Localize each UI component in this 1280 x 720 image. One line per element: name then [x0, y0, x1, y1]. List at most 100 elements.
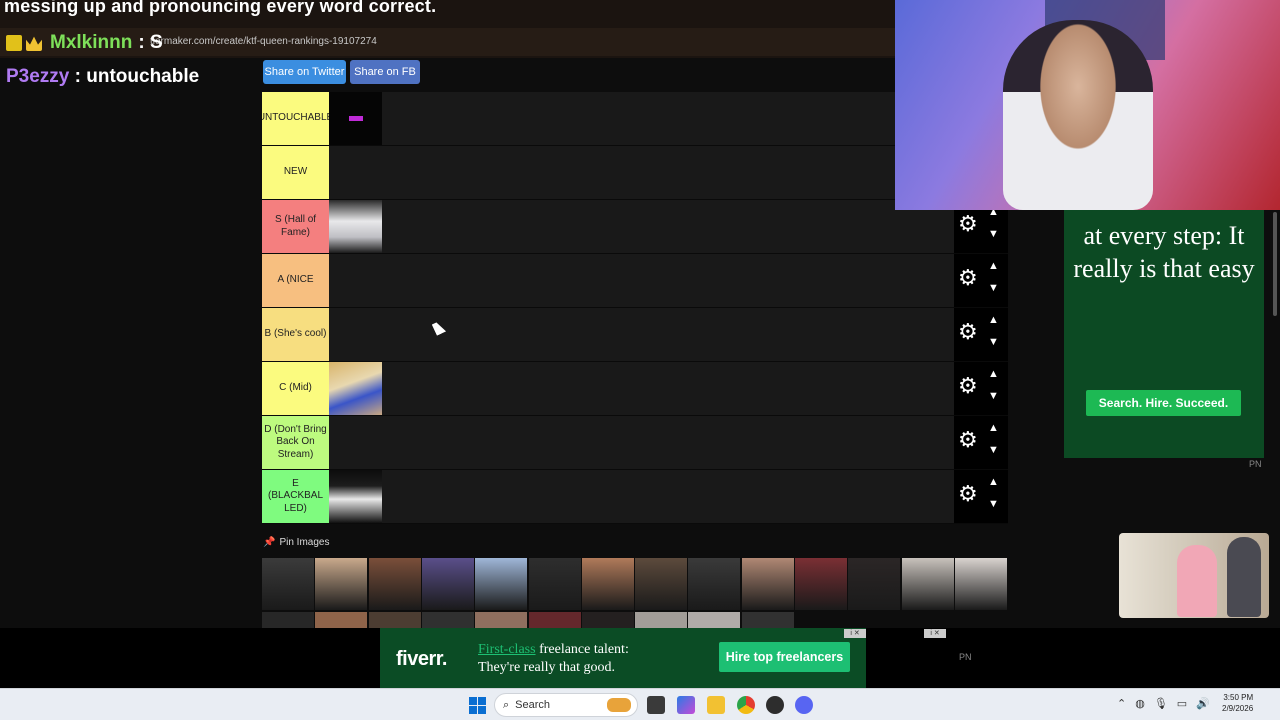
tier-label[interactable]: E (BLACKBAL LED): [262, 470, 329, 523]
pin-images-header[interactable]: 📌 Pin Images: [263, 537, 329, 548]
hire-freelancers-button[interactable]: Hire top freelancers: [719, 642, 850, 672]
chat-text: : S: [138, 32, 163, 53]
stream-caption: messing up and pronouncing every word co…: [4, 0, 437, 16]
chevron-down-icon[interactable]: ▼: [988, 336, 999, 348]
gear-icon[interactable]: ⚙: [958, 213, 978, 235]
windows-start-icon[interactable]: [469, 697, 486, 714]
tier-controls: ⚙ ▲ ▼: [954, 470, 1008, 523]
tier-label[interactable]: B (She's cool): [262, 308, 329, 361]
tier-items[interactable]: [329, 470, 383, 523]
pin-image-thumbnail[interactable]: [741, 558, 794, 610]
chat-text: : untouchable: [74, 66, 200, 87]
pin-image-thumbnail[interactable]: [315, 558, 368, 610]
tier-items[interactable]: [329, 362, 383, 415]
wifi-icon[interactable]: ▭: [1177, 697, 1187, 710]
chevron-down-icon[interactable]: ▼: [988, 228, 999, 240]
tier-label[interactable]: C (Mid): [262, 362, 329, 415]
taskbar-search[interactable]: ⌕ Search: [494, 693, 638, 717]
pin-image-thumbnail[interactable]: [528, 558, 581, 610]
pin-image-thumbnail[interactable]: [262, 612, 314, 628]
chevron-up-icon[interactable]: ▲: [988, 314, 999, 326]
video-frame-image: [1177, 545, 1217, 617]
crown-badge-icon: [26, 36, 42, 51]
tier-item-image[interactable]: [329, 470, 382, 523]
pin-image-thumbnail[interactable]: [475, 612, 528, 628]
ad-highlight-text: First-class: [478, 642, 536, 657]
tier-label[interactable]: A (NICE: [262, 254, 329, 307]
pin-image-thumbnail[interactable]: [795, 558, 847, 610]
tier-item-image[interactable]: [329, 362, 382, 415]
pin-image-thumbnail[interactable]: [475, 558, 528, 610]
discord-icon[interactable]: [795, 696, 813, 714]
ad-text: First-class freelance talent: They're re…: [478, 641, 629, 676]
tier-items[interactable]: [329, 92, 383, 145]
tier-item-image[interactable]: [329, 92, 382, 145]
taskbar-clock[interactable]: 3:50 PM 2/9/2026: [1222, 693, 1253, 715]
video-ad-player[interactable]: [1119, 533, 1269, 618]
share-twitter-button[interactable]: Share on Twitter: [263, 60, 346, 84]
pin-image-thumbnail[interactable]: [421, 558, 474, 610]
pin-image-thumbnail[interactable]: [901, 558, 954, 610]
scrollbar-thumb[interactable]: [1273, 212, 1277, 316]
ad-close-icon[interactable]: i ✕: [924, 629, 946, 638]
microphone-icon[interactable]: 🎙: [1154, 697, 1168, 710]
pin-image-thumbnail[interactable]: [368, 558, 421, 610]
gear-icon[interactable]: ⚙: [958, 267, 978, 289]
pin-image-thumbnail[interactable]: [581, 612, 634, 628]
gear-icon[interactable]: ⚙: [958, 483, 978, 505]
pin-image-thumbnail[interactable]: [635, 558, 688, 610]
tier-items[interactable]: [329, 200, 383, 253]
volume-icon[interactable]: 🔊: [1196, 697, 1210, 710]
chat-message: P3ezzy : untouchable: [6, 66, 199, 88]
gear-icon[interactable]: ⚙: [958, 321, 978, 343]
chevron-down-icon[interactable]: ▼: [988, 444, 999, 456]
pin-image-thumbnail[interactable]: [528, 612, 581, 628]
gear-icon[interactable]: ⚙: [958, 429, 978, 451]
chevron-down-icon[interactable]: ▼: [988, 282, 999, 294]
browser-url[interactable]: tiermaker.com/create/ktf-queen-rankings-…: [150, 36, 377, 47]
share-facebook-button[interactable]: Share on FB: [350, 60, 420, 84]
pin-image-thumbnail[interactable]: [688, 558, 741, 610]
pin-image-thumbnail[interactable]: [954, 558, 1007, 610]
chat-username: Mxlkinnn: [50, 32, 133, 53]
copilot-icon[interactable]: [677, 696, 695, 714]
gear-icon[interactable]: ⚙: [958, 375, 978, 397]
pin-image-thumbnail[interactable]: [315, 612, 368, 628]
pin-image-thumbnail[interactable]: [368, 612, 421, 628]
tier-row: E (BLACKBAL LED) ⚙ ▲ ▼: [262, 470, 1008, 524]
tier-item-image[interactable]: [329, 200, 382, 253]
chevron-up-icon[interactable]: ▲: [988, 422, 999, 434]
video-frame-image: [1227, 537, 1261, 617]
tier-label[interactable]: D (Don't Bring Back On Stream): [262, 416, 329, 469]
tier-label[interactable]: UNTOUCHABLE: [262, 92, 329, 145]
task-view-icon[interactable]: [647, 696, 665, 714]
pin-image-thumbnail[interactable]: [741, 612, 794, 628]
pin-image-thumbnail[interactable]: [262, 558, 314, 610]
tier-controls: ⚙ ▲ ▼: [954, 308, 1008, 361]
tier-label[interactable]: NEW: [262, 146, 329, 199]
pin-image-thumbnail[interactable]: [688, 612, 741, 628]
fiverr-banner-ad[interactable]: fiverr. First-class freelance talent: Th…: [380, 628, 866, 688]
network-icon[interactable]: ◍: [1135, 697, 1145, 710]
pin-image-thumbnail[interactable]: [421, 612, 474, 628]
chevron-up-icon[interactable]: ▲: [988, 368, 999, 380]
side-advertisement[interactable]: at every step: It really is that easy Se…: [1064, 210, 1264, 458]
chevron-down-icon[interactable]: ▼: [988, 498, 999, 510]
ad-info-icon[interactable]: i ✕: [844, 629, 866, 638]
chevron-down-icon[interactable]: ▼: [988, 390, 999, 402]
chevron-up-icon[interactable]: ⌃: [1117, 697, 1126, 710]
file-explorer-icon[interactable]: [707, 696, 725, 714]
pin-image-thumbnail[interactable]: [848, 558, 901, 610]
tier-row: A (NICE ⚙ ▲ ▼: [262, 254, 1008, 308]
pin-image-thumbnail[interactable]: [635, 612, 688, 628]
pin-image-thumbnail[interactable]: [581, 558, 634, 610]
ad-cta-button[interactable]: Search. Hire. Succeed.: [1086, 390, 1241, 416]
chat-message: Mxlkinnn : S: [6, 31, 163, 55]
tier-label[interactable]: S (Hall of Fame): [262, 200, 329, 253]
tier-row: B (She's cool) ⚙ ▲ ▼: [262, 308, 1008, 362]
chevron-up-icon[interactable]: ▲: [988, 476, 999, 488]
clock-time: 3:50 PM: [1223, 693, 1254, 702]
app-icon[interactable]: [766, 696, 784, 714]
chrome-icon[interactable]: [737, 696, 755, 714]
chevron-up-icon[interactable]: ▲: [988, 260, 999, 272]
